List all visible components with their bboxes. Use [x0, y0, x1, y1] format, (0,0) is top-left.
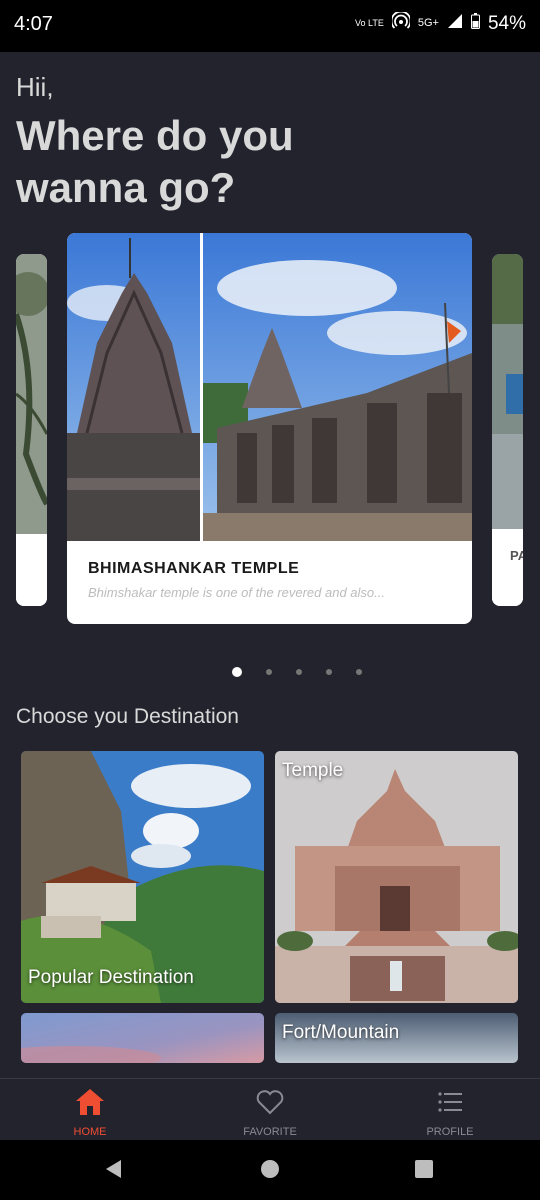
popular-destination-image: [21, 751, 264, 1003]
category-label: Fort/Mountain: [282, 1022, 400, 1043]
page-dot-1[interactable]: [232, 667, 242, 677]
bottom-navigation: HOME FAVORITE PROFILE: [0, 1078, 540, 1141]
category-popular-destination[interactable]: Popular Destination: [21, 751, 264, 1003]
back-icon[interactable]: [103, 1158, 125, 1185]
category-label: Popular Destination: [28, 967, 194, 988]
system-navigation-bar: [0, 1140, 540, 1200]
carousel-card-featured[interactable]: BHIMASHANKAR TEMPLE Bhimshakar temple is…: [67, 233, 472, 624]
recents-icon[interactable]: [413, 1158, 435, 1185]
category-temple[interactable]: Temple: [275, 751, 518, 1003]
featured-card-description: Bhimshakar temple is one of the revered …: [88, 585, 385, 600]
greeting: Hii,: [16, 72, 54, 102]
nav-home-label: HOME: [73, 1126, 107, 1138]
next-card-title: PA: [510, 548, 523, 563]
page-dot-2[interactable]: [266, 669, 272, 675]
nav-profile-label: PROFILE: [426, 1126, 474, 1138]
category-tile-3[interactable]: [21, 1013, 264, 1063]
hotspot-icon: [390, 10, 412, 35]
category-3-image: [21, 1013, 264, 1063]
heart-icon: [255, 1090, 285, 1121]
carousel-card-previous[interactable]: [16, 254, 47, 606]
volte-indicator: Vo LTE: [355, 18, 384, 28]
section-title: Choose you Destination: [16, 705, 239, 728]
featured-card-title: BHIMASHANKAR TEMPLE: [88, 560, 300, 577]
page-dot-5[interactable]: [356, 669, 362, 675]
network-type: 5G+: [417, 17, 439, 29]
carousel-card-next[interactable]: PA: [492, 254, 523, 606]
page-title: Where do you wanna go?: [16, 112, 294, 211]
nav-home[interactable]: HOME: [30, 1087, 150, 1138]
battery-icon: [470, 13, 480, 34]
home-button-icon[interactable]: [259, 1158, 281, 1185]
page-dot-3[interactable]: [296, 669, 302, 675]
status-time: 4:07: [14, 13, 53, 35]
home-icon: [74, 1089, 106, 1121]
signal-icon: [447, 13, 463, 34]
battery-percent: 54%: [487, 12, 526, 34]
category-fort-mountain[interactable]: Fort/Mountain: [275, 1013, 518, 1063]
status-bar: 4:07 Vo LTE 5G+ 54%: [0, 0, 540, 52]
nav-profile[interactable]: PROFILE: [390, 1087, 510, 1138]
nav-favorite[interactable]: FAVORITE: [210, 1087, 330, 1138]
previous-card-image: [16, 254, 47, 606]
page-dot-4[interactable]: [326, 669, 332, 675]
carousel-page-indicator: [220, 667, 374, 677]
category-label: Temple: [282, 760, 344, 781]
nav-favorite-label: FAVORITE: [243, 1126, 297, 1138]
temple-image: [275, 751, 518, 1003]
list-icon: [435, 1092, 465, 1121]
status-icons: Vo LTE 5G+ 54%: [355, 10, 526, 35]
featured-card-image: [67, 233, 472, 541]
